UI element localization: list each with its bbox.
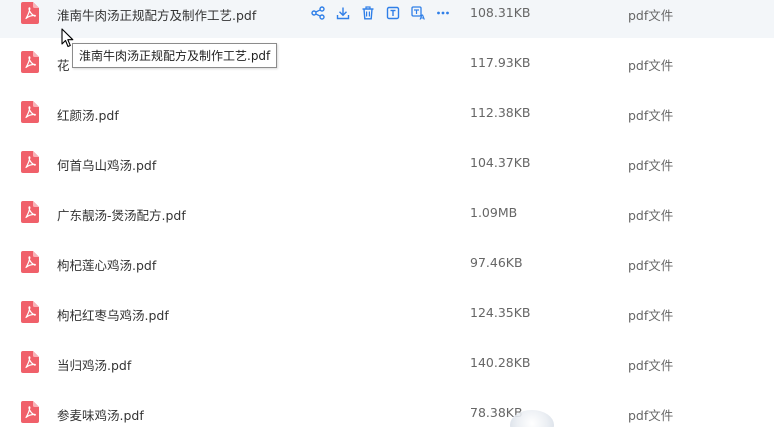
file-name[interactable]: 参麦味鸡汤.pdf (57, 405, 144, 424)
file-name[interactable]: 当归鸡汤.pdf (57, 355, 131, 374)
share-button[interactable] (309, 4, 327, 22)
more-button[interactable] (434, 4, 452, 22)
file-row[interactable]: 枸杞莲心鸡汤.pdf 97.46KB pdf文件 (0, 238, 774, 288)
file-size: 117.93KB (470, 55, 531, 70)
delete-button[interactable] (359, 4, 377, 22)
file-size: 108.31KB (470, 5, 531, 20)
file-name[interactable]: 淮南牛肉汤正规配方及制作工艺.pdf (57, 5, 256, 24)
pdf-file-icon (21, 201, 39, 223)
file-list: 淮南牛肉汤正规配方及制作工艺.pdf A 108.31KB pdf文件 花 11… (0, 0, 774, 427)
translate-button[interactable]: A (409, 4, 427, 22)
file-size: 124.35KB (470, 305, 531, 320)
share-icon (311, 6, 325, 20)
file-type: pdf文件 (628, 58, 674, 73)
pdf-file-icon (21, 101, 39, 123)
delete-icon (362, 6, 374, 20)
pdf-file-icon (21, 151, 39, 173)
file-row[interactable]: 当归鸡汤.pdf 140.28KB pdf文件 (0, 338, 774, 388)
download-icon (336, 7, 350, 20)
file-type: pdf文件 (628, 358, 674, 373)
file-name[interactable]: 何首乌山鸡汤.pdf (57, 155, 156, 174)
file-row[interactable]: 广东靓汤-煲汤配方.pdf 1.09MB pdf文件 (0, 188, 774, 238)
file-size: 104.37KB (470, 155, 531, 170)
file-type: pdf文件 (628, 258, 674, 273)
pdf-file-icon (21, 351, 39, 373)
text-extract-icon (386, 6, 400, 20)
file-type: pdf文件 (628, 108, 674, 123)
pdf-file-icon (21, 301, 39, 323)
translate-icon: A (410, 6, 425, 21)
file-size: 140.28KB (470, 355, 531, 370)
text-extract-button[interactable] (384, 4, 402, 22)
file-row[interactable]: 参麦味鸡汤.pdf 78.38KB pdf文件 (0, 388, 774, 427)
file-type: pdf文件 (628, 8, 674, 23)
file-name[interactable]: 红颜汤.pdf (57, 105, 119, 124)
file-size: 1.09MB (470, 205, 518, 220)
pdf-file-icon (21, 51, 39, 73)
more-icon (437, 11, 449, 15)
file-row[interactable]: 枸杞红枣乌鸡汤.pdf 124.35KB pdf文件 (0, 288, 774, 338)
mouse-cursor-icon (61, 28, 75, 52)
row-actions: A (309, 3, 459, 23)
file-type: pdf文件 (628, 158, 674, 173)
file-name[interactable]: 枸杞莲心鸡汤.pdf (57, 255, 156, 274)
file-type: pdf文件 (628, 308, 674, 323)
file-name[interactable]: 枸杞红枣乌鸡汤.pdf (57, 305, 169, 324)
file-name[interactable]: 广东靓汤-煲汤配方.pdf (57, 205, 186, 224)
file-type: pdf文件 (628, 408, 674, 423)
download-button[interactable] (334, 4, 352, 22)
svg-text:A: A (419, 14, 425, 21)
file-name[interactable]: 花 (57, 55, 70, 74)
file-row[interactable]: 淮南牛肉汤正规配方及制作工艺.pdf A 108.31KB pdf文件 (0, 0, 774, 38)
file-size: 112.38KB (470, 105, 531, 120)
pdf-file-icon (21, 251, 39, 273)
file-row[interactable]: 红颜汤.pdf 112.38KB pdf文件 (0, 88, 774, 138)
file-row[interactable]: 何首乌山鸡汤.pdf 104.37KB pdf文件 (0, 138, 774, 188)
pdf-file-icon (21, 2, 39, 24)
file-size: 97.46KB (470, 255, 523, 270)
file-type: pdf文件 (628, 208, 674, 223)
filename-tooltip: 淮南牛肉汤正规配方及制作工艺.pdf (72, 43, 278, 68)
pdf-file-icon (21, 401, 39, 423)
